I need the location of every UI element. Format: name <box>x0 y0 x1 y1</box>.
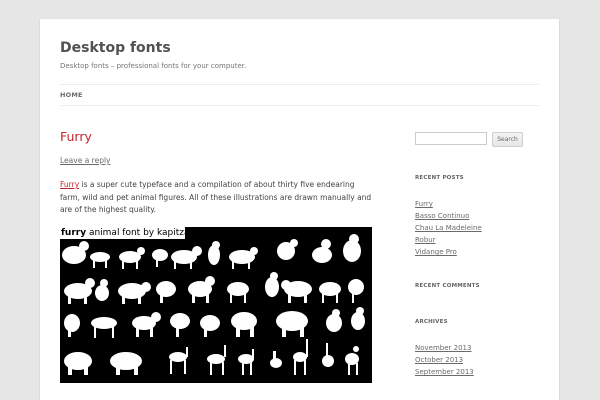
animal-silhouettes-image <box>62 234 365 375</box>
archives-title: ARCHIVES <box>415 319 448 325</box>
search-button[interactable]: Search <box>492 132 523 147</box>
post-body-text: is a super cute typeface and a compilati… <box>60 180 372 214</box>
list-item: September 2013 <box>415 363 474 376</box>
site-title[interactable]: Desktop fonts <box>60 40 171 56</box>
search-input[interactable] <box>415 132 487 145</box>
post-title[interactable]: Furry <box>60 129 92 144</box>
leave-reply-link[interactable]: Leave a reply <box>60 156 111 165</box>
nav-divider-bottom <box>60 105 539 106</box>
post-body-furry-link[interactable]: Furry <box>60 180 79 189</box>
recent-post-link[interactable]: Vidange Pro <box>415 248 457 256</box>
list-item: Robur <box>415 231 482 244</box>
font-preview-caption-rest: animal font by kapitza <box>86 228 190 238</box>
recent-posts-list: Furry Basso Continuo Chau La Madeleine R… <box>415 195 482 256</box>
archive-link[interactable]: September 2013 <box>415 368 474 376</box>
list-item: November 2013 <box>415 339 474 352</box>
archives-list: November 2013 October 2013 September 201… <box>415 339 474 376</box>
recent-comments-title: RECENT COMMENTS <box>415 283 480 289</box>
list-item: Furry <box>415 195 482 208</box>
post-body: Furry is a super cute typeface and a com… <box>60 179 375 217</box>
font-preview-caption: furry animal font by kapitza <box>61 227 190 239</box>
site-description: Desktop fonts – professional fonts for y… <box>60 62 247 70</box>
list-item: Vidange Pro <box>415 243 482 256</box>
list-item: Basso Continuo <box>415 207 482 220</box>
font-preview-caption-bold: furry <box>61 228 87 238</box>
nav-divider-top <box>60 84 539 85</box>
page-container: Desktop fonts Desktop fonts – profession… <box>40 19 559 400</box>
recent-posts-title: RECENT POSTS <box>415 175 464 181</box>
font-preview-image: furry animal font by kapitza <box>60 227 372 383</box>
list-item: Chau La Madeleine <box>415 219 482 232</box>
nav-home-link[interactable]: HOME <box>60 91 83 99</box>
list-item: October 2013 <box>415 351 474 364</box>
